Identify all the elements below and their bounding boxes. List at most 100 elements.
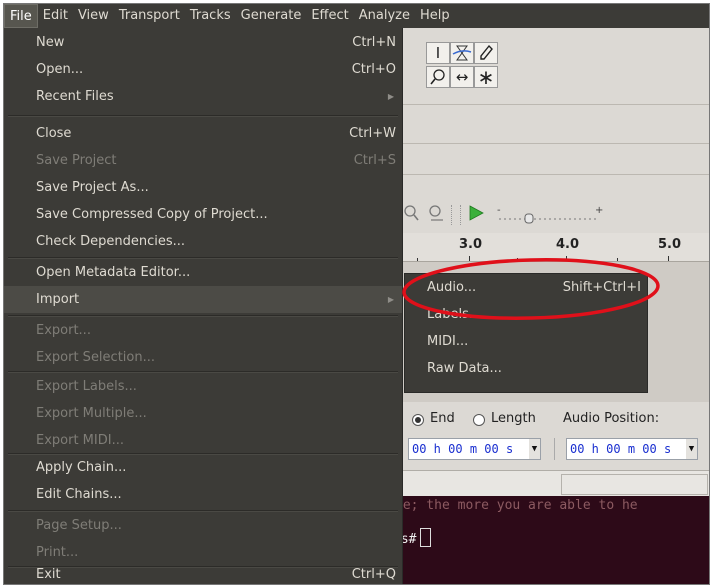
envelope-tool-icon[interactable] <box>450 42 474 64</box>
ruler-tick <box>566 256 567 261</box>
time-hours: 00 <box>570 442 585 456</box>
length-radio[interactable] <box>473 414 485 426</box>
menu-item-label: Recent Files <box>36 89 114 104</box>
menu-generate[interactable]: Generate <box>236 4 307 28</box>
menu-item-shortcut: Ctrl+N <box>352 35 396 50</box>
selection-toolbar: End Length Audio Position: 00 h 00 m 00 … <box>399 402 709 470</box>
menu-analyze[interactable]: Analyze <box>354 4 415 28</box>
menu-item-label: Open... <box>36 62 84 77</box>
ruler-label: 3.0 <box>459 237 483 252</box>
menu-edit[interactable]: Edit <box>38 4 73 28</box>
chevron-down-icon[interactable]: ▼ <box>686 439 697 459</box>
submenu-arrow-icon: ▶ <box>387 92 394 101</box>
menu-item-label: Open Metadata Editor... <box>36 265 191 280</box>
time-seconds: 00 <box>642 442 657 456</box>
submenu-item-audio[interactable]: Audio... Shift+Ctrl+I <box>405 274 647 301</box>
edit-toolbar: - + <box>399 175 709 234</box>
time-minutes: 00 <box>448 442 463 456</box>
menu-item-shortcut: Ctrl+S <box>353 153 396 168</box>
playback-speed-slider[interactable]: - + <box>495 205 605 225</box>
import-submenu: Audio... Shift+Ctrl+I Labels... MIDI... R… <box>404 273 648 393</box>
ruler-tick <box>617 258 618 261</box>
menu-item-label: Save Project As... <box>36 180 149 195</box>
menu-item-label: Export Selection... <box>36 350 155 365</box>
menu-item-open[interactable]: Open... Ctrl+O <box>4 56 402 83</box>
menu-item-save-project: Save Project Ctrl+S <box>4 147 402 174</box>
menu-item-edit-chains[interactable]: Edit Chains... <box>4 481 402 508</box>
screen: File Edit View Transport Tracks Generate… <box>3 3 710 585</box>
menu-help[interactable]: Help <box>415 4 455 28</box>
menu-item-shortcut: Ctrl+W <box>349 126 396 141</box>
status-bar <box>399 470 709 497</box>
timeshift-tool-icon[interactable]: ↔ <box>450 66 474 88</box>
menu-transport[interactable]: Transport <box>114 4 185 28</box>
menu-item-label: Apply Chain... <box>36 460 127 475</box>
menu-item-export-midi: Export MIDI... <box>4 427 402 454</box>
submenu-item-midi[interactable]: MIDI... <box>405 328 647 355</box>
menu-item-open-metadata-editor[interactable]: Open Metadata Editor... <box>4 259 402 286</box>
draw-tool-icon[interactable] <box>474 42 498 64</box>
selection-end-time[interactable]: 00 h 00 m 00 s ▼ <box>408 438 541 460</box>
menu-item-save-compressed-copy[interactable]: Save Compressed Copy of Project... <box>4 201 402 228</box>
time-hours: 00 <box>412 442 427 456</box>
zoom-in-icon[interactable] <box>400 203 422 225</box>
menu-item-export: Export... <box>4 317 402 344</box>
menu-item-label: Page Setup... <box>36 518 122 533</box>
menu-item-close[interactable]: Close Ctrl+W <box>4 120 402 147</box>
timeline-ruler[interactable]: 3.0 4.0 5.0 <box>399 233 709 262</box>
terminal-cursor <box>420 528 432 547</box>
menu-effect[interactable]: Effect <box>306 4 353 28</box>
menu-item-label: New <box>36 35 65 50</box>
menu-item-check-dependencies[interactable]: Check Dependencies... <box>4 228 402 255</box>
menu-item-save-project-as[interactable]: Save Project As... <box>4 174 402 201</box>
menu-view[interactable]: View <box>73 4 114 28</box>
menu-item-label: Import <box>36 292 80 307</box>
menu-tracks[interactable]: Tracks <box>185 4 236 28</box>
submenu-item-shortcut: Shift+Ctrl+I <box>562 280 641 295</box>
ruler-tick <box>469 256 470 261</box>
submenu-item-labels[interactable]: Labels... <box>405 301 647 328</box>
zoom-tool-icon[interactable] <box>426 66 450 88</box>
submenu-item-label: Audio... <box>427 280 477 295</box>
audio-position-label: Audio Position: <box>563 411 660 426</box>
menu-item-page-setup: Page Setup... <box>4 512 402 539</box>
submenu-item-label: Raw Data... <box>427 361 502 376</box>
play-at-speed-icon[interactable] <box>465 203 487 225</box>
toolbar-grabber[interactable] <box>451 205 461 225</box>
multi-tool-icon[interactable]: ∗ <box>474 66 498 88</box>
menubar: File Edit View Transport Tracks Generate… <box>4 4 709 28</box>
menu-item-import[interactable]: Import ▶ <box>4 286 402 313</box>
menu-item-label: Export... <box>36 323 91 338</box>
menu-item-label: Exit <box>36 567 61 582</box>
chevron-down-icon[interactable]: ▼ <box>529 439 540 459</box>
status-field <box>561 474 708 495</box>
length-label: Length <box>491 411 536 426</box>
svg-text:+: + <box>595 205 603 216</box>
end-label: End <box>430 411 455 426</box>
submenu-item-label: MIDI... <box>427 334 469 349</box>
menu-item-exit[interactable]: Exit Ctrl+Q <box>4 561 402 584</box>
menu-item-label: Export Multiple... <box>36 406 147 421</box>
tools-toolbar: I ↔ ∗ <box>399 28 709 105</box>
menu-item-recent-files[interactable]: Recent Files ▶ <box>4 83 402 110</box>
menu-item-export-labels: Export Labels... <box>4 373 402 400</box>
menu-file[interactable]: File <box>4 4 38 28</box>
time-seconds: 00 <box>484 442 499 456</box>
file-menu: New Ctrl+N Open... Ctrl+O Recent Files ▶ Cl… <box>4 28 403 584</box>
audio-position-time[interactable]: 00 h 00 m 00 s ▼ <box>566 438 698 460</box>
menu-item-apply-chain[interactable]: Apply Chain... <box>4 454 402 481</box>
time-minutes: 00 <box>606 442 621 456</box>
menu-item-new[interactable]: New Ctrl+N <box>4 29 402 56</box>
submenu-arrow-icon: ▶ <box>387 295 394 304</box>
fit-selection-icon[interactable] <box>425 203 447 225</box>
submenu-item-raw-data[interactable]: Raw Data... <box>405 355 647 382</box>
selection-tool-icon[interactable]: I <box>426 42 450 64</box>
menu-item-export-selection: Export Selection... <box>4 344 402 371</box>
ruler-label: 5.0 <box>658 237 682 252</box>
menu-item-label: Check Dependencies... <box>36 234 186 249</box>
menu-item-export-multiple: Export Multiple... <box>4 400 402 427</box>
menu-item-label: Export MIDI... <box>36 433 124 448</box>
end-radio[interactable] <box>412 414 424 426</box>
divider <box>554 438 555 460</box>
ruler-tick <box>517 258 518 261</box>
